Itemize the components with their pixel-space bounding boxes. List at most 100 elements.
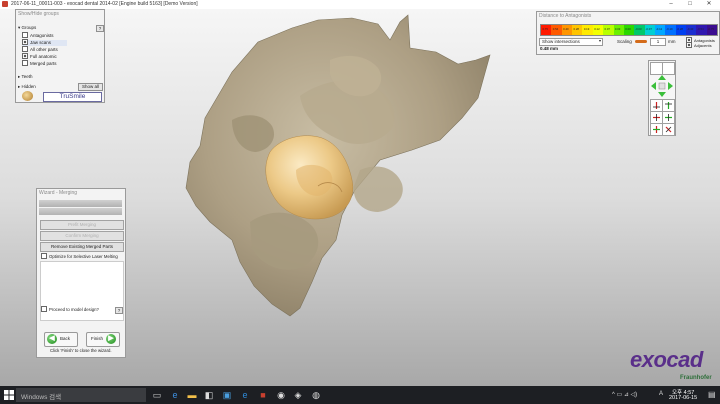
taskbar-search-box[interactable]: Windows 검색	[16, 388, 146, 402]
panel-title: Show/Hide groups	[18, 11, 59, 17]
app-icon-2[interactable]: ◉	[276, 390, 286, 400]
edge-browser-icon[interactable]: e	[170, 390, 180, 400]
checkbox-label: Adjacents	[694, 43, 712, 49]
scale-label: -0.28	[676, 27, 683, 31]
scale-label: -0.19	[666, 27, 673, 31]
scale-label: -0.03	[635, 27, 642, 31]
finish-button[interactable]: Finish ▶	[86, 332, 120, 347]
chevron-down-icon: ▾	[598, 38, 601, 43]
hidden-label: Hidden	[21, 84, 36, 89]
checkbox-label: Proceed to model design?	[49, 307, 99, 313]
checkbox[interactable]	[41, 253, 47, 259]
exocad-app-icon	[2, 1, 8, 7]
groups-help-button[interactable]: ?	[96, 25, 104, 32]
back-button[interactable]: ◀ Back	[44, 332, 78, 347]
finish-arrow-icon: ▶	[106, 334, 116, 344]
group-item-jaw-scans[interactable]: Jaw scans	[22, 39, 68, 46]
scaling-unit: mm	[668, 39, 676, 44]
search-placeholder: Windows 검색	[21, 394, 62, 401]
intersections-value: Show intersections	[542, 39, 580, 44]
back-arrow-icon: ◀	[47, 334, 57, 344]
adjacents-checkbox-row[interactable]: Adjacents	[686, 42, 712, 49]
internet-explorer-icon[interactable]: e	[240, 390, 250, 400]
group-label: All other parts	[30, 47, 58, 53]
scale-label: -0.07	[645, 27, 652, 31]
progress-bar-secondary	[39, 208, 122, 215]
progress-bar	[39, 200, 122, 207]
window-title: 2017-06-11_00011-003 - exocad dental 201…	[11, 1, 198, 7]
taskbar-date[interactable]: 2017-06-15	[669, 395, 697, 401]
notification-icon[interactable]: ▤	[708, 390, 716, 399]
proceed-checkbox-row[interactable]: Proceed to model design?	[41, 306, 99, 313]
exocad-taskbar-icon[interactable]: ■	[258, 390, 268, 400]
scale-label: 0.28	[573, 27, 579, 31]
view-navigation-panel	[648, 60, 676, 136]
fraunhofer-label: Fraunhofer	[680, 375, 712, 381]
scale-label: -0.12	[655, 27, 663, 31]
group-label: Jaw scans	[30, 40, 52, 46]
windows-logo-icon[interactable]	[4, 390, 14, 400]
checkbox[interactable]	[22, 39, 28, 45]
exocad-logo: exocad	[630, 347, 703, 372]
optimize-slm-checkbox-row[interactable]: Optimize for Selective Laser Melting	[41, 253, 118, 260]
group-label: Antagonists	[30, 33, 54, 39]
scale-label: 0.75	[542, 27, 548, 31]
app-icon-3[interactable]: ◈	[293, 390, 303, 400]
confirm-merging-button[interactable]: Confirm Merging	[40, 231, 124, 241]
checkbox[interactable]	[22, 46, 28, 52]
scaling-slider[interactable]	[635, 40, 647, 43]
minimize-button[interactable]: –	[662, 0, 680, 9]
group-label: Full anatomic	[30, 54, 57, 60]
scale-label: 0.00	[625, 27, 631, 31]
app-icon-4[interactable]: ◍	[311, 390, 321, 400]
task-view-icon[interactable]: ▭	[152, 390, 162, 400]
prefit-merging-button[interactable]: Prefit Merging	[40, 220, 124, 230]
show-all-button[interactable]: Show all	[78, 83, 103, 91]
trusmile-button[interactable]: TruSmile	[43, 92, 102, 102]
remove-merged-parts-button[interactable]: Remove Existing Merged Parts	[40, 242, 124, 252]
trusmile-icon[interactable]	[22, 91, 33, 101]
maximize-button[interactable]: □	[681, 0, 699, 9]
groups-header[interactable]: ▾ Groups	[18, 25, 36, 31]
group-label: Merged parts	[30, 61, 57, 67]
show-hide-groups-panel: Show/Hide groups ▾ Groups ? Antagonists …	[15, 9, 105, 103]
group-item-merged-parts[interactable]: Merged parts	[22, 60, 57, 67]
scale-label: -0.54	[697, 27, 704, 31]
file-explorer-icon[interactable]: ▬	[187, 390, 197, 400]
back-label: Back	[60, 336, 71, 341]
teeth-header[interactable]: ▸ Teeth	[18, 74, 32, 80]
scaling-value-input[interactable]: 1	[650, 38, 666, 46]
checkbox[interactable]	[22, 60, 28, 66]
close-button[interactable]: ✕	[700, 0, 718, 9]
view-button-gingival[interactable]	[662, 123, 675, 136]
app-icon-1[interactable]: ▣	[222, 390, 232, 400]
teeth-label: Teeth	[21, 74, 33, 79]
scale-label: -0.75	[707, 27, 714, 31]
wizard-hint: Click 'Finish' to close the wizard.	[50, 348, 112, 353]
checkbox[interactable]	[41, 306, 47, 312]
language-indicator[interactable]: A	[659, 391, 663, 397]
scaling-label: Scaling	[617, 39, 632, 44]
store-icon[interactable]: ◧	[204, 390, 214, 400]
show-intersections-select[interactable]: Show intersections ▾	[539, 38, 603, 46]
rotate-arrows-icon[interactable]	[650, 74, 674, 98]
groups-label: Groups	[21, 25, 37, 30]
scale-label: 0.07	[604, 27, 610, 31]
wizard-title: Wizard - Merging	[39, 190, 78, 196]
system-tray[interactable]: ^ ▭ ⊿ ◁)	[612, 391, 637, 398]
checkbox-label: Optimize for Selective Laser Melting	[49, 254, 118, 260]
wizard-help-button[interactable]: ?	[115, 307, 123, 314]
scale-label: 0.54	[552, 27, 559, 31]
distance-readout: 0.48 mm	[540, 46, 559, 51]
checkbox[interactable]	[686, 42, 692, 48]
scale-label: 0.03	[614, 27, 621, 31]
checkbox[interactable]	[22, 32, 28, 38]
checkbox[interactable]	[22, 53, 28, 59]
scale-label: 0.12	[594, 27, 600, 31]
finish-label: Finish	[91, 336, 104, 341]
hidden-header[interactable]: ▸ Hidden	[18, 84, 36, 90]
scale-labels: 0.75 0.54 0.40 0.28 0.19 0.12 0.07 0.03 0.00 -0.0…	[540, 27, 716, 33]
windows-taskbar: Windows 검색 ▭ e ▬ ◧ ▣ e ■ ◉ ◈ ◍ ^ ▭ ⊿ ◁) …	[0, 386, 720, 404]
panel-title: Distance to Antagonists	[539, 13, 592, 19]
scale-label: 0.40	[563, 27, 569, 31]
